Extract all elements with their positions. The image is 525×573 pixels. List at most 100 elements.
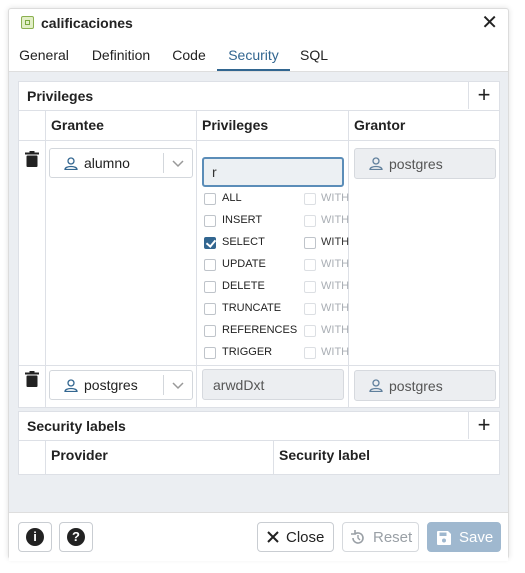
privilege-label: DELETE [222,280,265,292]
action-column-header [19,110,45,141]
table-icon [21,16,34,29]
tab-code[interactable]: Code [165,43,213,69]
add-privilege-button[interactable]: + [468,82,499,109]
privilege-option-all: ALL WITH [204,190,354,210]
chevron-down-icon[interactable] [172,157,184,169]
provider-header-label: Provider [51,447,108,463]
add-security-label-button[interactable]: + [468,412,499,439]
delete-row-icon[interactable] [25,151,39,167]
with-grant-checkbox[interactable] [304,347,316,359]
privilege-checkbox[interactable] [204,347,216,359]
save-button[interactable]: Save [427,522,501,552]
privilege-option-insert: INSERT WITH [204,212,354,232]
select-separator [163,153,164,173]
privilege-checkbox[interactable] [204,193,216,205]
help-button[interactable]: ? [59,522,93,552]
privilege-checkbox[interactable] [204,259,216,271]
with-grant-label: WITH [321,258,350,270]
grantor-field: postgres [354,148,496,179]
with-grant-checkbox[interactable] [304,303,316,315]
chevron-down-icon[interactable] [172,379,184,391]
privilege-option-truncate: TRUNCATE WITH [204,300,354,320]
info-button[interactable]: i [18,522,52,552]
privilege-checkbox[interactable] [204,281,216,293]
privilege-label: REFERENCES [222,324,298,336]
grantor-value: postgres [389,378,443,394]
privileges-title: Privileges [27,88,94,104]
save-icon [437,531,451,545]
dialog-footer: i ? Close Reset Save [9,512,508,561]
grantee-column-header: Grantee [45,110,196,141]
reset-button-label: Reset [373,529,413,546]
grantor-field: postgres [354,370,496,401]
privileges-input[interactable]: r [202,157,344,187]
privilege-label: TRUNCATE [222,302,282,314]
save-button-label: Save [459,529,494,546]
privileges-panel: Privileges + Grantee Privileges Grantor [18,81,500,408]
reset-icon [351,530,364,544]
with-grant-label: WITH [321,302,350,314]
privilege-label: TRIGGER [222,346,273,358]
privilege-option-select: SELECT WITH [204,234,354,254]
privileges-header: Privileges + [19,82,499,111]
column-divider [196,110,197,407]
tab-definition[interactable]: Definition [81,43,161,69]
tab-content: Privileges + Grantee Privileges Grantor [9,72,508,512]
action-column-header [19,440,45,470]
info-icon: i [26,528,44,546]
with-grant-checkbox[interactable] [304,325,316,337]
privileges-column-header: Privileges [196,110,348,141]
user-icon [369,157,383,170]
tab-general[interactable]: General [11,43,77,69]
properties-dialog: calificaciones ✕ General Definition Code… [8,8,509,561]
privilege-label: SELECT [222,236,265,248]
privilege-option-delete: DELETE WITH [204,278,354,298]
user-icon [64,379,78,392]
reset-button[interactable]: Reset [342,522,419,552]
privileges-header-label: Privileges [202,117,269,133]
close-icon[interactable]: ✕ [481,11,498,35]
with-grant-checkbox[interactable] [304,237,316,249]
dialog-titlebar[interactable]: calificaciones ✕ [9,9,508,39]
provider-column-header: Provider [45,440,273,470]
delete-row-icon[interactable] [25,371,39,387]
grantee-value: postgres [84,377,138,393]
with-grant-label: WITH [321,192,350,204]
grantor-value: postgres [389,156,443,172]
privileges-field[interactable]: arwdDxt [202,369,344,400]
grantor-column-header: Grantor [348,110,499,141]
with-grant-checkbox[interactable] [304,193,316,205]
security-label-column-header: Security label [273,440,499,470]
privilege-label: UPDATE [222,258,266,270]
with-grant-checkbox[interactable] [304,215,316,227]
dialog-title: calificaciones [41,15,133,31]
tab-security[interactable]: Security [217,43,290,71]
security-labels-panel: Security labels + Provider Security labe… [18,411,500,475]
column-divider [273,440,274,474]
user-icon [369,379,383,392]
with-grant-checkbox[interactable] [304,281,316,293]
security-labels-title: Security labels [27,418,126,434]
close-button[interactable]: Close [257,522,334,552]
tab-bar: General Definition Code Security SQL [9,43,508,72]
user-icon [64,157,78,170]
with-grant-checkbox[interactable] [304,259,316,271]
privilege-checkbox[interactable] [204,237,216,249]
privilege-checkbox[interactable] [204,325,216,337]
grantee-select[interactable]: alumno [49,148,193,178]
with-grant-label: WITH [321,346,350,358]
row-divider [19,365,499,366]
grantor-header-label: Grantor [354,117,406,133]
security-labels-header: Security labels + [19,412,499,441]
column-divider [45,110,46,407]
with-grant-label: WITH [321,214,350,226]
with-grant-label: WITH [321,236,350,248]
privilege-label: ALL [222,192,242,204]
tab-sql[interactable]: SQL [294,43,334,69]
with-grant-label: WITH [321,324,350,336]
grantee-select[interactable]: postgres [49,370,193,400]
help-icon: ? [67,528,85,546]
grantee-header-label: Grantee [51,117,104,133]
privilege-checkbox[interactable] [204,215,216,227]
privilege-checkbox[interactable] [204,303,216,315]
